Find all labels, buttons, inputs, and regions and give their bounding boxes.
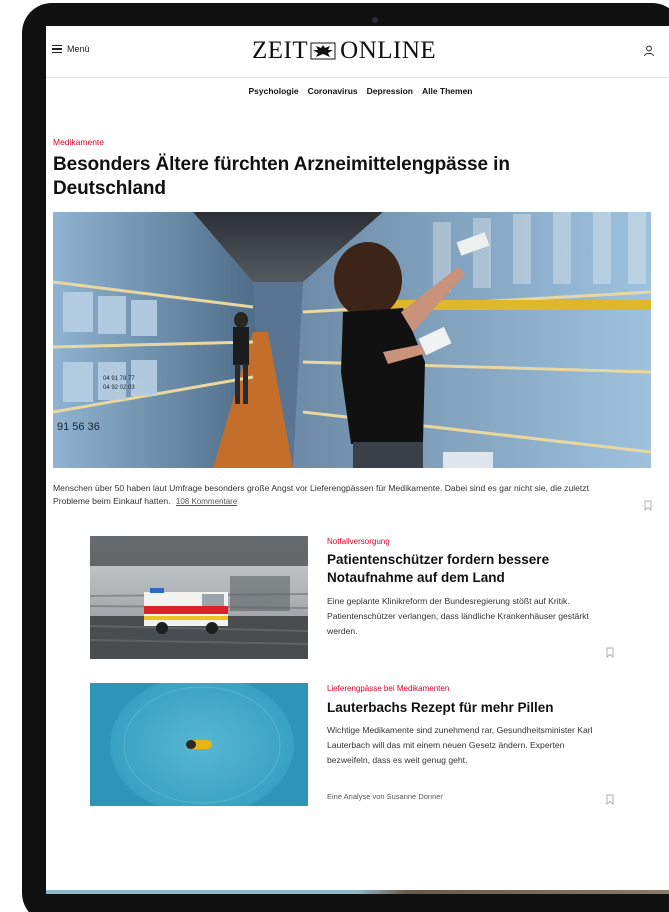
hamburger-icon — [52, 45, 62, 53]
bookmark-icon[interactable] — [644, 500, 652, 511]
eagle-emblem-icon — [310, 42, 336, 60]
bookmark-icon[interactable] — [606, 647, 614, 658]
shelf-number-label: 91 56 36 — [57, 421, 100, 433]
ambulance-photo — [90, 536, 308, 659]
lead-teaser[interactable]: Menschen über 50 haben laut Umfrage beso… — [53, 482, 613, 508]
shelf-number-label: 04 91 78 77 — [103, 376, 135, 382]
lead-teaser-text: Menschen über 50 haben laut Umfrage beso… — [53, 483, 589, 506]
nav-item-alle-themen[interactable]: Alle Themen — [422, 86, 473, 102]
pill-photo — [90, 683, 308, 806]
article-1-image[interactable] — [90, 536, 308, 659]
menu-label: Menü — [67, 44, 90, 54]
site-logo[interactable]: ZEIT ONLINE — [252, 36, 436, 66]
screen: Menü ZEIT ONLINE Psychologie Coronavirus… — [46, 26, 669, 894]
shelf-number-label: 04 92 02 03 — [103, 385, 135, 391]
logo-text-right: ONLINE — [340, 37, 437, 64]
nav-item-depression[interactable]: Depression — [367, 86, 413, 102]
nav-item-coronavirus[interactable]: Coronavirus — [308, 86, 358, 102]
camera-dot — [372, 17, 378, 23]
topic-nav: Psychologie Coronavirus Depression Alle … — [46, 86, 669, 102]
article-1-text[interactable]: Eine geplante Klinikreform der Bundesreg… — [327, 594, 607, 639]
site-header: Menü ZEIT ONLINE — [46, 26, 669, 78]
article-1-kicker[interactable]: Notfallversorgung — [327, 537, 390, 546]
pharmacy-shelves-photo: 91 56 36 04 91 78 77 04 92 02 03 — [53, 212, 651, 468]
logo-text-left: ZEIT — [252, 37, 309, 64]
nav-item-psychologie[interactable]: Psychologie — [249, 86, 299, 102]
article-1-title[interactable]: Patientenschützer fordern bessere Notauf… — [327, 551, 607, 587]
lead-kicker[interactable]: Medikamente — [53, 137, 104, 147]
article-2-kicker[interactable]: Lieferengpässe bei Medikamenten — [327, 684, 449, 693]
user-icon[interactable] — [642, 44, 656, 58]
lead-image[interactable]: 91 56 36 04 91 78 77 04 92 02 03 — [53, 212, 651, 468]
menu-button[interactable]: Menü — [52, 44, 90, 54]
article-2-text[interactable]: Wichtige Medikamente sind zunehmend rar,… — [327, 723, 607, 768]
article-2-image[interactable] — [90, 683, 308, 806]
article-2-author[interactable]: Eine Analyse von Susanne Donner — [327, 792, 443, 801]
bookmark-icon[interactable] — [606, 794, 614, 805]
comments-link[interactable]: 108 Kommentare — [176, 497, 237, 506]
lead-headline[interactable]: Besonders Ältere fürchten Arzneimittelen… — [53, 153, 573, 201]
next-section-preview — [46, 890, 669, 894]
article-2-title[interactable]: Lauterbachs Rezept für mehr Pillen — [327, 699, 607, 717]
